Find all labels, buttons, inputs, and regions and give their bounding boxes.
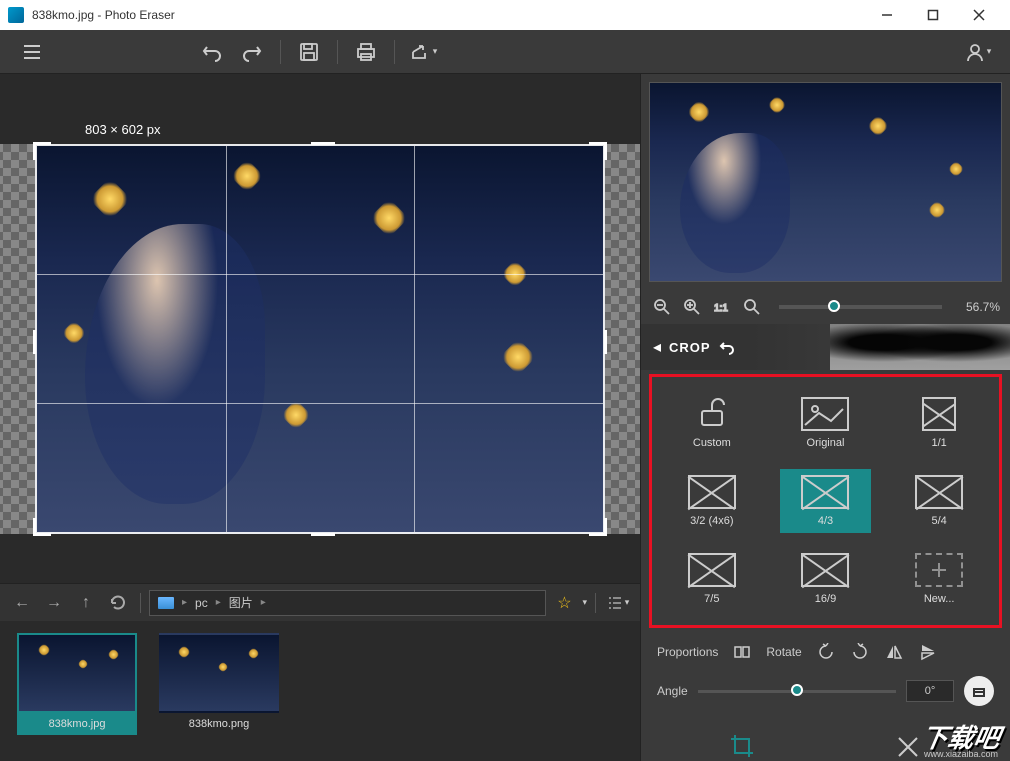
zoom-in-button[interactable] xyxy=(681,296,703,318)
crop-cancel-button[interactable] xyxy=(894,733,922,761)
crop-ratio-label: 1/1 xyxy=(932,437,947,449)
path-box[interactable]: ▸ pc ▸ 图片 ▸ xyxy=(149,590,546,616)
nav-back-button[interactable]: ← xyxy=(8,589,36,617)
proportions-label: Proportions xyxy=(657,645,718,659)
proportions-button[interactable] xyxy=(732,642,752,662)
crop-handle-l[interactable] xyxy=(33,330,41,354)
save-button[interactable] xyxy=(289,32,329,72)
zoom-fit-button[interactable]: 1:1 xyxy=(711,296,733,318)
crop-handle-b[interactable] xyxy=(311,528,335,536)
view-options-button[interactable]: ▾ xyxy=(604,589,632,617)
nav-up-button[interactable]: ↑ xyxy=(72,589,100,617)
angle-slider-thumb[interactable] xyxy=(791,684,803,696)
crop-ratio-label: Custom xyxy=(693,437,731,449)
crop-ratio-3-2-4x6-[interactable]: 3/2 (4x6) xyxy=(666,469,758,533)
thumbnail-item[interactable]: 838kmo.png xyxy=(154,633,284,749)
angle-label: Angle xyxy=(657,684,688,698)
minimize-button[interactable] xyxy=(864,0,910,30)
angle-slider[interactable] xyxy=(698,690,896,693)
path-segment-pc[interactable]: pc xyxy=(195,596,208,610)
hamburger-menu-button[interactable] xyxy=(12,32,52,72)
thumbnail-strip: 838kmo.jpg 838kmo.png xyxy=(0,621,640,761)
zoom-slider-thumb[interactable] xyxy=(828,300,840,312)
crop-handle-bl[interactable] xyxy=(33,518,51,536)
zoom-actual-button[interactable] xyxy=(741,296,763,318)
transform-row: Proportions Rotate xyxy=(641,632,1010,672)
thumbnail-image xyxy=(17,633,137,713)
print-button[interactable] xyxy=(346,32,386,72)
favorite-button[interactable]: ☆ xyxy=(550,589,578,617)
crop-ratio-7-5[interactable]: 7/5 xyxy=(666,547,758,611)
flip-horizontal-button[interactable] xyxy=(884,642,904,662)
crop-handle-tl[interactable] xyxy=(33,142,51,160)
banner-artwork xyxy=(830,324,1010,370)
crop-ratio-label: 3/2 (4x6) xyxy=(690,515,733,527)
rotate-label: Rotate xyxy=(766,645,801,659)
crop-ratio-new-[interactable]: New... xyxy=(893,547,985,611)
rotate-left-button[interactable] xyxy=(816,642,836,662)
crop-handle-br[interactable] xyxy=(589,518,607,536)
crop-ratio-4-3[interactable]: 4/3 xyxy=(780,469,872,533)
crop-ratio-label: 16/9 xyxy=(815,593,836,605)
angle-value: 0° xyxy=(906,680,954,702)
crop-ratio-16-9[interactable]: 16/9 xyxy=(780,547,872,611)
crop-ratio-5-4[interactable]: 5/4 xyxy=(893,469,985,533)
redo-button[interactable] xyxy=(232,32,272,72)
thumbnail-label: 838kmo.jpg xyxy=(17,713,137,735)
breadcrumb-bar: ← → ↑ ▸ pc ▸ 图片 ▸ ☆ ▾ ▾ xyxy=(0,583,640,621)
window-title: 838kmo.jpg - Photo Eraser xyxy=(32,8,864,22)
flip-vertical-button[interactable] xyxy=(918,642,938,662)
crop-handle-t[interactable] xyxy=(311,142,335,150)
user-menu-button[interactable]: ▾ xyxy=(958,32,998,72)
angle-row: Angle 0° xyxy=(641,672,1010,716)
crop-ratio-original[interactable]: Original xyxy=(780,391,872,455)
crop-handle-tr[interactable] xyxy=(589,142,607,160)
crop-ratio-label: New... xyxy=(924,593,955,605)
rotate-right-button[interactable] xyxy=(850,642,870,662)
crop-ratio-label: 7/5 xyxy=(704,593,719,605)
angle-reset-button[interactable] xyxy=(964,676,994,706)
undo-icon[interactable] xyxy=(719,339,735,355)
app-icon xyxy=(8,7,24,23)
dimension-label: 803 × 602 px xyxy=(85,122,161,137)
preview-image[interactable] xyxy=(649,82,1002,282)
crop-ratio-panel: Custom Original 1/1 3/2 (4x6) 4/3 5/4 7/5 16/9 N… xyxy=(649,374,1002,628)
crop-overlay[interactable] xyxy=(35,144,605,534)
maximize-button[interactable] xyxy=(910,0,956,30)
drive-icon xyxy=(158,597,174,609)
zoom-out-button[interactable] xyxy=(651,296,673,318)
section-header: ◂ CROP xyxy=(641,324,1010,370)
nav-refresh-button[interactable] xyxy=(104,589,132,617)
chevron-left-icon[interactable]: ◂ xyxy=(653,337,661,357)
path-segment-pictures[interactable]: 图片 xyxy=(229,594,253,611)
main-toolbar: ▾ ▾ xyxy=(0,30,1010,74)
image-container[interactable] xyxy=(35,144,605,534)
crop-ratio-label: 5/4 xyxy=(932,515,947,527)
svg-text:1:1: 1:1 xyxy=(714,303,728,314)
section-title: CROP xyxy=(669,340,711,355)
crop-ratio-label: 4/3 xyxy=(818,515,833,527)
zoom-slider[interactable] xyxy=(779,305,942,309)
share-button[interactable]: ▾ xyxy=(403,32,443,72)
canvas-area[interactable]: 803 × 602 px xyxy=(0,74,640,583)
thumbnail-item[interactable]: 838kmo.jpg xyxy=(12,633,142,749)
thumbnail-label: 838kmo.png xyxy=(159,713,279,735)
crop-ratio-custom[interactable]: Custom xyxy=(666,391,758,455)
nav-forward-button[interactable]: → xyxy=(40,589,68,617)
zoom-controls: 1:1 56.7% xyxy=(641,290,1010,324)
close-button[interactable] xyxy=(956,0,1002,30)
titlebar: 838kmo.jpg - Photo Eraser xyxy=(0,0,1010,30)
crop-apply-button[interactable] xyxy=(729,733,757,761)
undo-button[interactable] xyxy=(192,32,232,72)
crop-ratio-label: Original xyxy=(807,437,845,449)
crop-ratio-1-1[interactable]: 1/1 xyxy=(893,391,985,455)
zoom-value: 56.7% xyxy=(958,300,1000,314)
thumbnail-image xyxy=(159,633,279,713)
crop-handle-r[interactable] xyxy=(599,330,607,354)
